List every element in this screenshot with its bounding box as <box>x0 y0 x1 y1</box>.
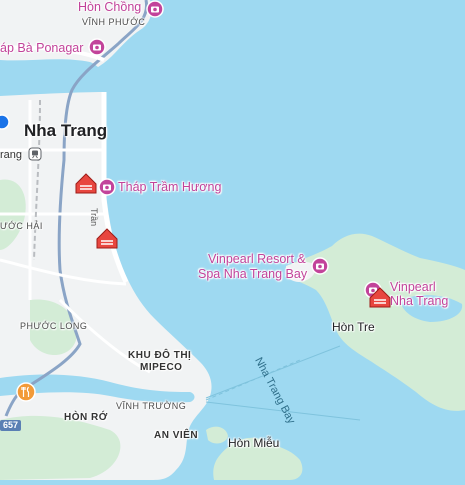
city-label-nha-trang: Nha Trang <box>24 121 108 140</box>
district-label-mipeco: MIPECO <box>140 362 183 373</box>
station-label[interactable]: rang <box>0 150 22 161</box>
poi-label-vinpearl-2[interactable]: Nha Trang <box>390 295 448 308</box>
poi-label-vinpearl-resort-2[interactable]: Spa Nha Trang Bay <box>198 268 307 281</box>
restaurant-icon[interactable] <box>16 382 36 402</box>
hotel-pin-icon[interactable] <box>95 227 119 251</box>
poi-label-thap-ba-ponagar[interactable]: áp Bà Ponagar <box>0 42 83 55</box>
island-label-hon-mieu: Hòn Miễu <box>228 436 280 450</box>
district-label-vinh-phuoc: VĨNH PHƯỚC <box>82 17 146 27</box>
transit-icon[interactable] <box>0 114 10 130</box>
poi-label-hon-chong[interactable]: Hòn Chồng <box>78 1 141 14</box>
street-label-tran-phu: Trần <box>89 208 99 227</box>
hotel-pin-icon[interactable] <box>74 172 98 196</box>
hotel-pin-icon[interactable] <box>368 286 392 310</box>
district-label-khu-do-thi: KHU ĐÔ THỊ <box>128 350 192 361</box>
camera-attraction-icon[interactable] <box>98 178 116 196</box>
map-canvas[interactable]: Hòn Chồng VĨNH PHƯỚC áp Bà Ponagar Nha T… <box>0 0 465 480</box>
cai-river <box>0 59 104 98</box>
district-label-hon-ro: HÒN RỚ <box>64 412 108 423</box>
district-label-phuoc-long: PHƯỚC LONG <box>20 321 88 331</box>
district-label-an-vien: AN VIÊN <box>154 430 199 441</box>
district-label-vinh-truong: VĨNH TRƯỜNG <box>116 401 187 411</box>
map-base-layer <box>0 0 465 480</box>
train-station-icon[interactable] <box>28 147 42 161</box>
camera-attraction-icon[interactable] <box>88 38 106 56</box>
island-label-hon-tre: Hòn Tre <box>332 320 375 334</box>
camera-attraction-icon[interactable] <box>311 257 329 275</box>
camera-attraction-icon[interactable] <box>146 0 164 18</box>
road-number-badge: 657 <box>0 420 22 431</box>
poi-label-thap-tram-huong[interactable]: Tháp Trầm Hương <box>118 181 221 194</box>
district-label-phuoc-hai: ƯỚC HẢI <box>0 221 43 231</box>
poi-label-vinpearl-resort-1[interactable]: Vinpearl Resort & <box>208 253 306 266</box>
poi-label-vinpearl-1[interactable]: Vinpearl <box>390 281 436 294</box>
